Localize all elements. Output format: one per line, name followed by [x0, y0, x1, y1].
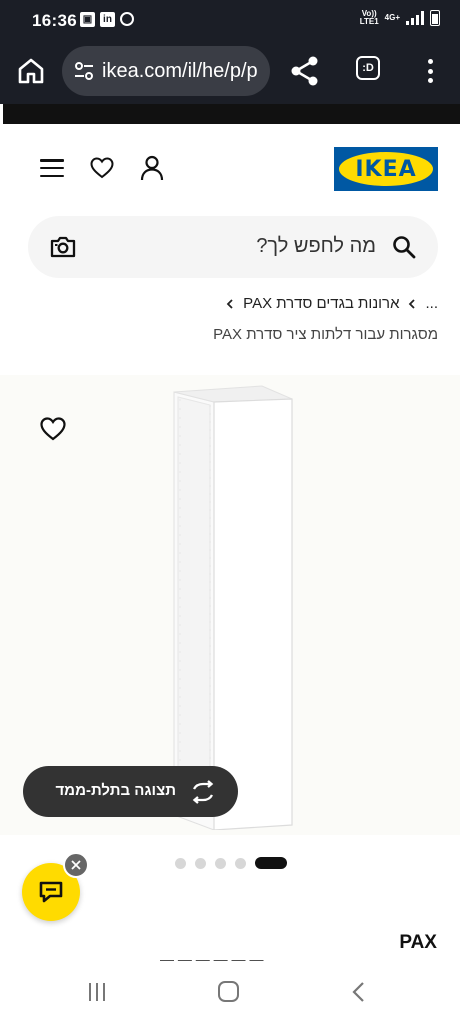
status-notification-icons: ▣ in: [80, 12, 134, 27]
chat-icon: [39, 881, 63, 903]
product-image: [173, 385, 293, 830]
rotate-3d-icon: [192, 780, 214, 804]
carousel-dot[interactable]: [235, 857, 246, 869]
product-name: PAX: [399, 932, 437, 953]
carousel-dot-active[interactable]: [255, 857, 287, 869]
address-bar[interactable]: ikea.com/il/he/p/p: [62, 46, 270, 96]
product-image-gallery[interactable]: תצוגה בתלת-ממד: [0, 375, 460, 835]
carousel-indicator: [175, 857, 287, 869]
battery-icon: [430, 10, 440, 26]
tab-switcher-button[interactable]: :D: [356, 56, 380, 80]
site-top-banner: [3, 104, 460, 124]
carousel-dot[interactable]: [175, 857, 186, 869]
home-icon[interactable]: [16, 56, 46, 86]
browser-toolbar: ikea.com/il/he/p/p :D: [0, 40, 460, 104]
breadcrumb-item[interactable]: ארונות בגדים סדרת PAX: [243, 295, 399, 312]
sync-icon: [120, 12, 134, 26]
close-chat-button[interactable]: [63, 852, 89, 878]
heart-icon[interactable]: [90, 157, 114, 179]
logo-text: IKEA: [355, 156, 417, 182]
camera-icon[interactable]: [50, 234, 76, 260]
search-input[interactable]: מה לחפש לך?: [28, 216, 438, 278]
network-type: 4G+: [384, 13, 400, 22]
breadcrumb-ellipsis[interactable]: ...: [425, 295, 438, 312]
signal-icon: [406, 11, 424, 25]
system-navigation-bar: [0, 966, 460, 1024]
heart-icon[interactable]: [40, 416, 66, 442]
back-icon[interactable]: [349, 980, 369, 1004]
chevron-icon: [409, 298, 416, 309]
close-icon: [71, 860, 81, 870]
account-icon[interactable]: [140, 155, 164, 181]
ikea-logo[interactable]: IKEA: [334, 147, 438, 191]
header-actions: [40, 155, 164, 181]
menu-icon[interactable]: [40, 159, 64, 177]
linkedin-icon: in: [100, 12, 115, 27]
view-3d-label: תצוגה בתלת-ממד: [55, 782, 176, 799]
product-description-cutoff: — — — — — —: [160, 957, 264, 965]
carousel-dot[interactable]: [215, 857, 226, 869]
search-icon[interactable]: [392, 235, 416, 259]
network-indicator: Vo)) LTE1: [359, 9, 379, 26]
recent-apps-icon[interactable]: [89, 983, 105, 1001]
chevron-icon: [226, 298, 233, 309]
search-placeholder: מה לחפש לך?: [256, 235, 376, 257]
browser-menu-button[interactable]: [420, 56, 440, 86]
product-subtitle: מסגרות עבור דלתות ציר סדרת PAX: [213, 326, 438, 343]
breadcrumb: ... ארונות בגדים סדרת PAX: [226, 295, 438, 312]
status-system-icons: Vo)) LTE1 4G+: [360, 10, 440, 26]
status-bar: 16:36 ▣ in Vo)) LTE1 4G+: [0, 0, 460, 40]
carousel-dot[interactable]: [195, 857, 206, 869]
url-text: ikea.com/il/he/p/p: [102, 60, 258, 82]
status-time: 16:36: [32, 11, 77, 30]
image-icon: ▣: [80, 12, 95, 27]
home-button-icon[interactable]: [218, 981, 239, 1002]
share-icon[interactable]: [288, 54, 322, 88]
site-settings-icon[interactable]: [74, 61, 94, 81]
view-3d-button[interactable]: תצוגה בתלת-ממד: [23, 766, 238, 817]
